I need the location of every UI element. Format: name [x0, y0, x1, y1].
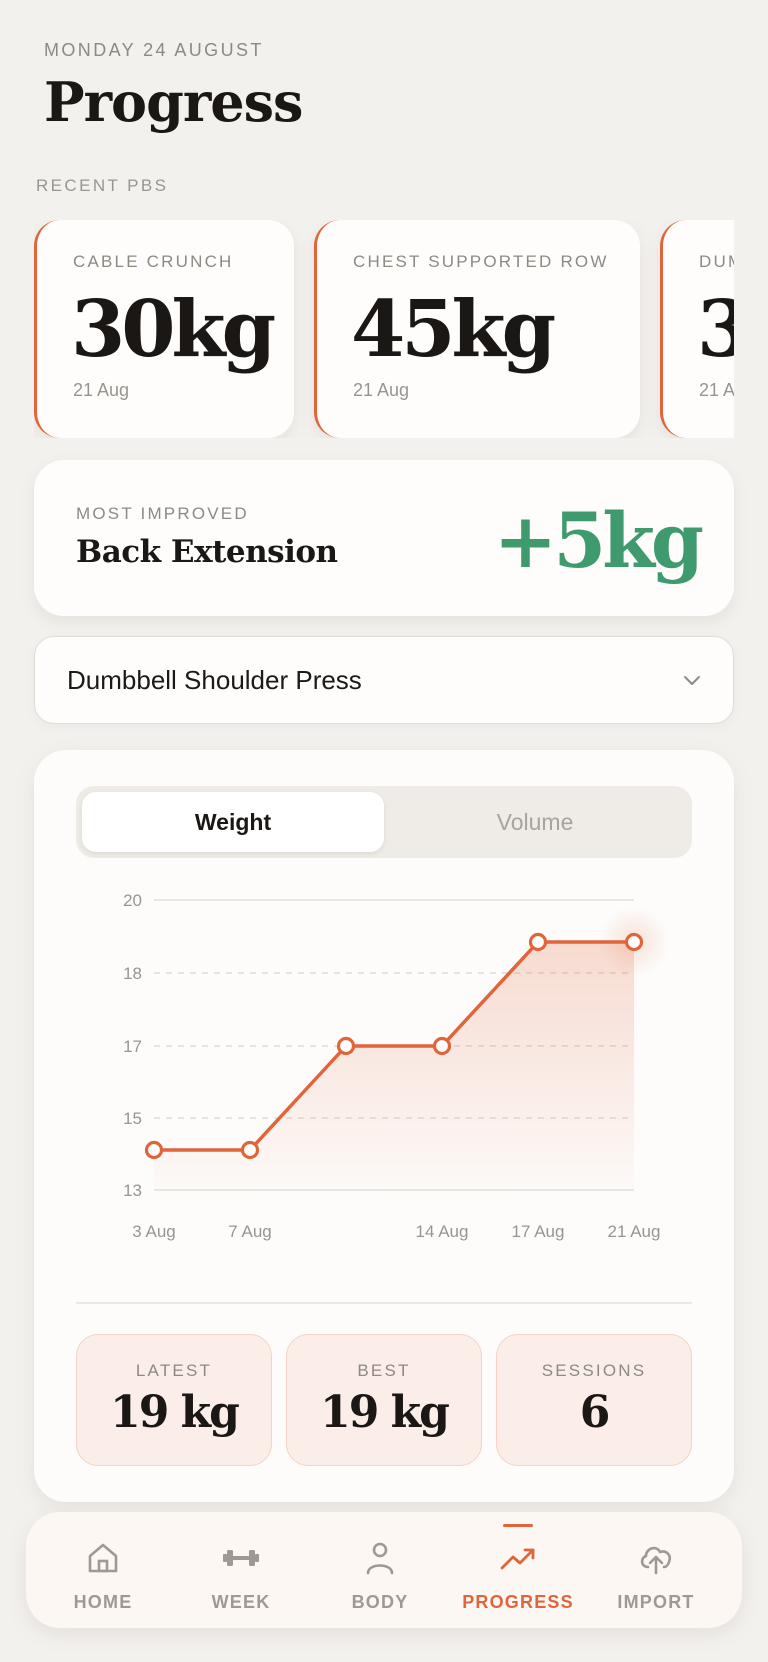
pb-exercise-name: DUM: [699, 252, 734, 271]
active-tab-indicator: [503, 1524, 533, 1527]
page-title: Progress: [44, 70, 303, 134]
tab-label: IMPORT: [617, 1592, 695, 1612]
tab-import[interactable]: IMPORT: [587, 1512, 725, 1628]
stat-value: 19 kg: [320, 1387, 450, 1438]
bottom-tab-bar: HOME WEEK BODY PROGRESS IMPORT: [26, 1512, 742, 1628]
date-line: MONDAY 24 AUGUST: [44, 40, 264, 60]
tab-progress[interactable]: PROGRESS: [449, 1512, 587, 1628]
tab-label: WEEK: [211, 1592, 271, 1612]
recent-pbs-label: RECENT PBS: [36, 176, 169, 195]
y-tick-label: 18: [123, 964, 142, 983]
most-improved-value: +5kg: [493, 496, 704, 585]
stat-best: BEST 19 kg: [286, 1334, 482, 1466]
pb-exercise-name: CABLE CRUNCH: [73, 252, 234, 271]
exercise-select-value: Dumbbell Shoulder Press: [67, 665, 362, 695]
pb-exercise-name: CHEST SUPPORTED ROW: [353, 252, 609, 271]
stat-label: SESSIONS: [541, 1361, 647, 1380]
x-tick-label: 7 Aug: [228, 1222, 272, 1241]
stat-label: BEST: [357, 1361, 411, 1380]
y-tick-label: 15: [123, 1109, 142, 1128]
recent-pbs-strip[interactable]: CABLE CRUNCH 30kg 21 Aug CHEST SUPPORTED…: [34, 220, 734, 438]
data-point[interactable]: [624, 932, 644, 952]
stat-value: 19 kg: [110, 1387, 240, 1438]
person-icon: [366, 1542, 394, 1575]
tab-body[interactable]: BODY: [311, 1512, 449, 1628]
pb-card[interactable]: CABLE CRUNCH 30kg 21 Aug: [34, 220, 294, 438]
x-tick-label: 21 Aug: [608, 1222, 661, 1241]
chevron-down-icon: [684, 676, 700, 685]
data-point[interactable]: [528, 932, 548, 952]
x-tick-label: 17 Aug: [512, 1222, 565, 1241]
stat-sessions: SESSIONS 6: [496, 1334, 692, 1466]
data-point[interactable]: [432, 1036, 452, 1056]
cloud-upload-icon: [640, 1546, 672, 1575]
pb-value: 3: [697, 284, 734, 375]
stat-value: 6: [579, 1387, 611, 1438]
series-area: [154, 942, 634, 1190]
data-point[interactable]: [240, 1140, 260, 1160]
y-tick-label: 17: [123, 1037, 142, 1056]
metric-toggle: Weight Volume: [76, 786, 692, 858]
home-icon: [88, 1543, 118, 1573]
data-point[interactable]: [336, 1036, 356, 1056]
tab-week[interactable]: WEEK: [172, 1512, 310, 1628]
weight-line-chart: 20 18 17 15 13 3 Aug 7 Aug 14 Aug 17 Aug 21 Aug: [123, 891, 670, 1241]
y-tick-label: 20: [123, 891, 142, 910]
pb-date: 21 Aug: [73, 380, 130, 400]
y-tick-label: 13: [123, 1181, 142, 1200]
pb-card[interactable]: CHEST SUPPORTED ROW 45kg 21 Aug: [314, 220, 640, 438]
most-improved-card[interactable]: MOST IMPROVED Back Extension +5kg: [34, 460, 734, 616]
pb-value: 30kg: [71, 284, 276, 375]
pb-card[interactable]: DUM 3 21 A: [660, 220, 734, 438]
volume-toggle-button[interactable]: Volume: [384, 792, 686, 852]
x-tick-label: 3 Aug: [132, 1222, 176, 1241]
stat-latest: LATEST 19 kg: [76, 1334, 272, 1466]
tab-label: HOME: [73, 1592, 133, 1612]
data-point[interactable]: [144, 1140, 164, 1160]
chart-card: Weight Volume 20 18 17 15 13 3 Aug 7 Aug 14 Au…: [34, 750, 734, 1502]
x-tick-label: 14 Aug: [416, 1222, 469, 1241]
most-improved-exercise: Back Extension: [76, 534, 338, 570]
trending-up-icon: [500, 1548, 535, 1570]
chart-divider: [76, 1302, 692, 1304]
dumbbell-icon: [223, 1550, 259, 1566]
stat-label: LATEST: [135, 1361, 213, 1380]
tab-home[interactable]: HOME: [34, 1512, 172, 1628]
exercise-select[interactable]: Dumbbell Shoulder Press: [34, 636, 734, 724]
weight-toggle-button[interactable]: Weight: [82, 792, 384, 852]
pb-date: 21 Aug: [353, 380, 410, 400]
pb-date: 21 A: [699, 380, 734, 400]
pb-value: 45kg: [351, 284, 556, 375]
tab-label: PROGRESS: [462, 1592, 574, 1612]
most-improved-label: MOST IMPROVED: [76, 504, 249, 523]
tab-label: BODY: [351, 1592, 409, 1612]
